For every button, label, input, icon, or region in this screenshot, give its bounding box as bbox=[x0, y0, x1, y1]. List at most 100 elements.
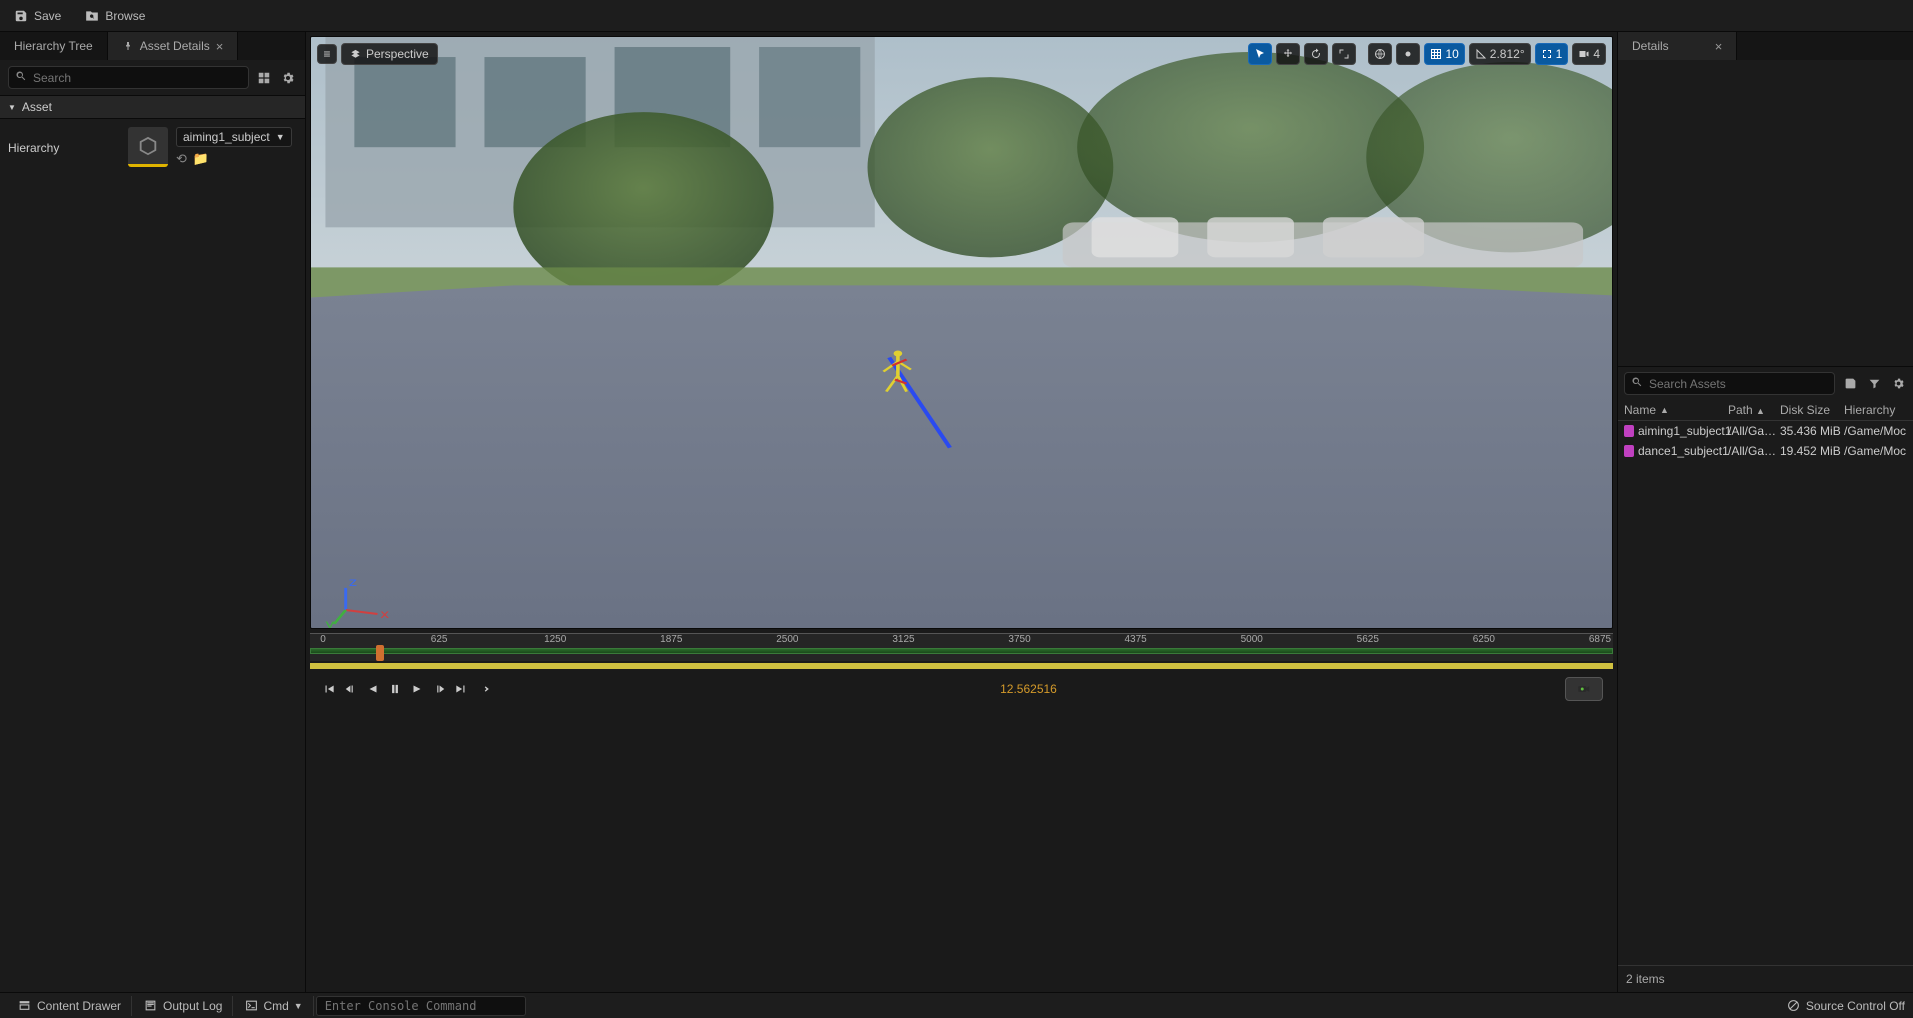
angle-snap-value: 2.812° bbox=[1490, 47, 1525, 61]
perspective-dropdown[interactable]: Perspective bbox=[341, 43, 438, 65]
locate-asset-icon[interactable]: ⟲ bbox=[176, 151, 187, 167]
console-input[interactable] bbox=[316, 996, 526, 1016]
pause-button[interactable] bbox=[386, 681, 404, 697]
play-button[interactable] bbox=[408, 681, 426, 697]
row-path: /All/Game, bbox=[1728, 444, 1780, 458]
move-icon bbox=[1282, 48, 1294, 60]
save-label: Save bbox=[34, 9, 61, 23]
angle-snap-button[interactable]: 2.812° bbox=[1469, 43, 1531, 65]
col-path[interactable]: Path ▲ bbox=[1728, 403, 1780, 417]
scale-mode-button[interactable] bbox=[1332, 43, 1356, 65]
cmd-dropdown[interactable]: Cmd ▼ bbox=[235, 996, 313, 1016]
output-log-button[interactable]: Output Log bbox=[134, 996, 233, 1016]
record-camera-button[interactable] bbox=[1565, 677, 1603, 701]
to-end-button[interactable] bbox=[452, 681, 470, 697]
source-control-button[interactable]: Source Control Off bbox=[1787, 999, 1905, 1013]
time-ruler[interactable]: 0625125018752500312537504375500056256250… bbox=[310, 633, 1613, 661]
select-mode-button[interactable] bbox=[1248, 43, 1272, 65]
center-empty-area bbox=[306, 711, 1617, 992]
tick: 3750 bbox=[1008, 634, 1030, 645]
tick: 6250 bbox=[1473, 634, 1495, 645]
rotate-mode-button[interactable] bbox=[1304, 43, 1328, 65]
step-back-button[interactable] bbox=[342, 681, 360, 697]
left-search-box[interactable] bbox=[8, 66, 249, 89]
col-name[interactable]: Name ▲ bbox=[1624, 403, 1728, 417]
translate-mode-button[interactable] bbox=[1276, 43, 1300, 65]
close-icon[interactable]: × bbox=[216, 39, 224, 54]
globe-icon bbox=[1374, 48, 1386, 60]
col-hier[interactable]: Hierarchy bbox=[1844, 403, 1907, 417]
asset-search-input[interactable] bbox=[1649, 377, 1828, 391]
asset-picker[interactable]: aiming1_subject ▼ bbox=[176, 127, 292, 147]
asset-type-icon bbox=[1624, 445, 1634, 457]
table-row[interactable]: dance1_subject1/All/Game,19.452 MiB/Game… bbox=[1618, 441, 1913, 461]
row-hier: /Game/Moc bbox=[1844, 444, 1907, 458]
output-log-label: Output Log bbox=[163, 999, 222, 1013]
left-search-input[interactable] bbox=[33, 71, 242, 85]
time-track[interactable] bbox=[310, 648, 1613, 654]
close-icon[interactable]: × bbox=[1715, 39, 1723, 54]
browser-footer: 2 items bbox=[1618, 965, 1913, 992]
tab-hierarchy-label: Hierarchy Tree bbox=[14, 39, 93, 53]
to-start-button[interactable] bbox=[320, 681, 338, 697]
tick: 3125 bbox=[892, 634, 914, 645]
table-row[interactable]: aiming1_subject1/All/Game,35.436 MiB/Gam… bbox=[1618, 421, 1913, 441]
save-button[interactable]: Save bbox=[8, 6, 67, 26]
grid-snap-value: 10 bbox=[1445, 47, 1458, 61]
loop-button[interactable] bbox=[474, 681, 492, 697]
sort-asc-icon: ▲ bbox=[1660, 405, 1669, 415]
browse-button[interactable]: Browse bbox=[79, 6, 151, 26]
viewport-menu-button[interactable]: ≡ bbox=[317, 44, 337, 64]
tab-details[interactable]: Details × bbox=[1618, 32, 1737, 60]
scale-snap-button[interactable]: 1 bbox=[1535, 43, 1569, 65]
chevron-down-icon: ▼ bbox=[294, 1001, 303, 1011]
svg-text:z: z bbox=[349, 575, 358, 589]
content-drawer-button[interactable]: Content Drawer bbox=[8, 996, 132, 1016]
search-icon bbox=[1631, 376, 1643, 391]
tab-hierarchy-tree[interactable]: Hierarchy Tree bbox=[0, 32, 108, 60]
camera-icon bbox=[1576, 682, 1592, 696]
col-size[interactable]: Disk Size bbox=[1780, 403, 1844, 417]
folder-search-icon bbox=[85, 9, 99, 23]
viewport-scene: z x y bbox=[311, 37, 1612, 628]
filter-icon[interactable] bbox=[1865, 375, 1883, 393]
camera-speed-button[interactable]: 4 bbox=[1572, 43, 1606, 65]
gear-icon[interactable] bbox=[279, 69, 297, 87]
asset-type-icon bbox=[1624, 425, 1634, 437]
browse-label: Browse bbox=[105, 9, 145, 23]
viewport[interactable]: z x y ≡ Perspective bbox=[310, 36, 1613, 629]
cube-icon bbox=[137, 135, 159, 157]
tick: 2500 bbox=[776, 634, 798, 645]
camera-icon bbox=[350, 49, 361, 60]
grid-snap-button[interactable]: 10 bbox=[1424, 43, 1464, 65]
tick: 6875 bbox=[1589, 634, 1611, 645]
row-hier: /Game/Moc bbox=[1844, 424, 1907, 438]
grid-icon bbox=[1430, 48, 1442, 60]
tab-asset-details-label: Asset Details bbox=[140, 39, 210, 53]
save-assets-icon[interactable] bbox=[1841, 375, 1859, 393]
asset-table-header: Name ▲ Path ▲ Disk Size Hierarchy bbox=[1618, 400, 1913, 421]
video-icon bbox=[1578, 48, 1590, 60]
playhead[interactable] bbox=[376, 645, 384, 661]
grid-view-icon[interactable] bbox=[255, 69, 273, 87]
section-asset-header[interactable]: ▼ Asset bbox=[0, 95, 305, 119]
chevron-down-icon: ▼ bbox=[8, 103, 16, 112]
tick: 0 bbox=[320, 634, 326, 645]
play-reverse-button[interactable] bbox=[364, 681, 382, 697]
cursor-icon bbox=[1254, 48, 1266, 60]
asset-search-box[interactable] bbox=[1624, 372, 1835, 395]
row-size: 35.436 MiB bbox=[1780, 424, 1844, 438]
drawer-icon bbox=[18, 999, 31, 1012]
source-control-label: Source Control Off bbox=[1806, 999, 1905, 1013]
svg-text:x: x bbox=[380, 608, 389, 622]
world-space-button[interactable] bbox=[1368, 43, 1392, 65]
snap-surface-button[interactable] bbox=[1396, 43, 1420, 65]
pin-icon bbox=[122, 40, 134, 52]
browse-asset-icon[interactable]: 📁 bbox=[193, 151, 209, 167]
terminal-icon bbox=[245, 999, 258, 1012]
tab-asset-details[interactable]: Asset Details × bbox=[108, 32, 239, 60]
step-fwd-button[interactable] bbox=[430, 681, 448, 697]
asset-thumbnail[interactable] bbox=[128, 127, 168, 167]
gear-icon[interactable] bbox=[1889, 375, 1907, 393]
search-icon bbox=[15, 70, 27, 85]
